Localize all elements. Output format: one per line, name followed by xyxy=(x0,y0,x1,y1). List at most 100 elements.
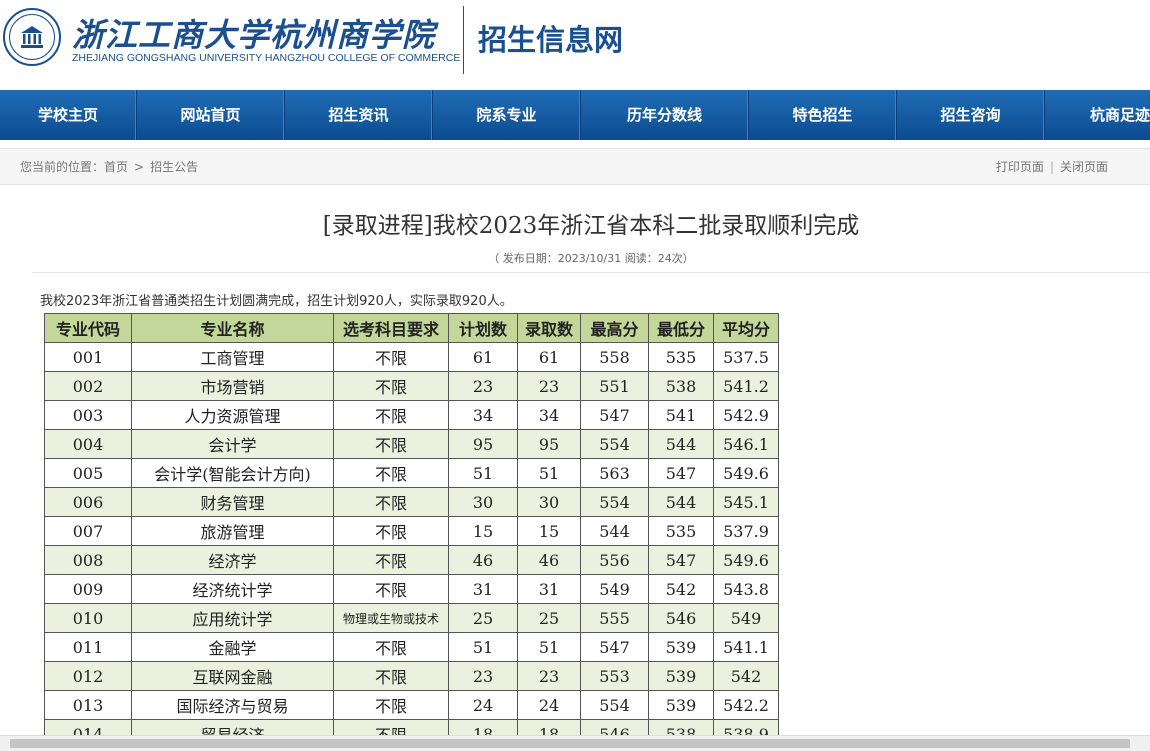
breadcrumb-bar: 您当前的位置：首页 > 招生公告 打印页面 | 关闭页面 xyxy=(0,148,1150,185)
nav-item-consultation[interactable]: 招生咨询 xyxy=(897,90,1045,140)
cell-min: 547 xyxy=(648,458,714,488)
nav-item-site-home[interactable]: 网站首页 xyxy=(137,90,285,140)
cell-admitted: 23 xyxy=(517,371,581,401)
cell-min: 538 xyxy=(648,371,714,401)
cell-major: 工商管理 xyxy=(131,342,334,372)
cell-code: 004 xyxy=(44,429,132,459)
cell-avg: 541.2 xyxy=(713,371,779,401)
table-row: 010 应用统计学 物理或生物或技术 25 25 555 546 549 xyxy=(44,603,779,633)
cell-max: 547 xyxy=(580,632,649,662)
cell-min: 544 xyxy=(648,429,714,459)
article-meta: （ 发布日期：2023/10/31 阅读：24次） xyxy=(488,252,694,265)
cell-major: 会计学 xyxy=(131,429,334,459)
cell-major: 应用统计学 xyxy=(131,603,334,633)
header-divider xyxy=(463,6,464,74)
site-title[interactable]: 招生信息网 xyxy=(478,17,623,59)
article-title: [录取进程]我校2023年浙江省本科二批录取顺利完成 xyxy=(322,213,860,239)
page-actions: 打印页面 | 关闭页面 xyxy=(996,158,1108,175)
cell-avg: 549.6 xyxy=(713,545,779,575)
cell-avg: 537.5 xyxy=(713,342,779,372)
cell-plan: 51 xyxy=(448,458,518,488)
scrollbar-thumb[interactable] xyxy=(10,739,1130,748)
nav-item-score-history[interactable]: 历年分数线 xyxy=(581,90,749,140)
cell-min: 535 xyxy=(648,342,714,372)
table-row: 001 工商管理 不限 61 61 558 535 537.5 xyxy=(44,342,779,372)
nav-item-admission-news[interactable]: 招生资讯 xyxy=(285,90,433,140)
cell-min: 542 xyxy=(648,574,714,604)
cell-max: 553 xyxy=(580,661,649,691)
building-icon xyxy=(21,26,43,48)
action-divider: | xyxy=(1049,160,1054,174)
nav-item-footprints[interactable]: 杭商足迹 xyxy=(1045,90,1150,140)
cell-max: 558 xyxy=(580,342,649,372)
horizontal-scrollbar[interactable] xyxy=(0,735,1150,751)
col-header-admitted-count: 录取数 xyxy=(517,313,581,343)
col-header-major-name: 专业名称 xyxy=(131,313,334,343)
cell-requirement: 不限 xyxy=(333,690,449,720)
cell-requirement: 不限 xyxy=(333,342,449,372)
cell-avg: 537.9 xyxy=(713,516,779,546)
breadcrumb-home-link[interactable]: 首页 xyxy=(104,160,128,174)
cell-major: 会计学(智能会计方向) xyxy=(131,458,334,488)
nav-item-special-admission[interactable]: 特色招生 xyxy=(749,90,897,140)
cell-admitted: 51 xyxy=(517,632,581,662)
cell-max: 549 xyxy=(580,574,649,604)
cell-requirement: 不限 xyxy=(333,400,449,430)
cell-min: 539 xyxy=(648,632,714,662)
nav-item-departments[interactable]: 院系专业 xyxy=(433,90,581,140)
col-header-avg-score: 平均分 xyxy=(713,313,779,343)
cell-plan: 24 xyxy=(448,690,518,720)
cell-max: 554 xyxy=(580,690,649,720)
cell-code: 013 xyxy=(44,690,132,720)
table-row: 007 旅游管理 不限 15 15 544 535 537.9 xyxy=(44,516,779,546)
table-row: 004 会计学 不限 95 95 554 544 546.1 xyxy=(44,429,779,459)
cell-code: 001 xyxy=(44,342,132,372)
cell-plan: 23 xyxy=(448,371,518,401)
cell-max: 544 xyxy=(580,516,649,546)
cell-plan: 95 xyxy=(448,429,518,459)
cell-max: 547 xyxy=(580,400,649,430)
cell-max: 551 xyxy=(580,371,649,401)
school-name-en: ZHEJIANG GONGSHANG UNIVERSITY HANGZHOU C… xyxy=(72,52,461,64)
cell-plan: 61 xyxy=(448,342,518,372)
cell-admitted: 24 xyxy=(517,690,581,720)
table-row: 012 互联网金融 不限 23 23 553 539 542 xyxy=(44,661,779,691)
cell-requirement: 不限 xyxy=(333,516,449,546)
cell-requirement: 不限 xyxy=(333,371,449,401)
table-row: 002 市场营销 不限 23 23 551 538 541.2 xyxy=(44,371,779,401)
cell-major: 市场营销 xyxy=(131,371,334,401)
cell-avg: 546.1 xyxy=(713,429,779,459)
cell-code: 011 xyxy=(44,632,132,662)
breadcrumb-current-link[interactable]: 招生公告 xyxy=(150,160,198,174)
table-header-row: 专业代码 专业名称 选考科目要求 计划数 录取数 最高分 最低分 平均分 xyxy=(44,313,779,343)
close-page-link[interactable]: 关闭页面 xyxy=(1060,160,1108,174)
cell-requirement: 不限 xyxy=(333,458,449,488)
cell-min: 539 xyxy=(648,661,714,691)
cell-avg: 549.6 xyxy=(713,458,779,488)
col-header-min-score: 最低分 xyxy=(648,313,714,343)
cell-admitted: 30 xyxy=(517,487,581,517)
cell-min: 546 xyxy=(648,603,714,633)
main-nav: 学校主页 网站首页 招生资讯 院系专业 历年分数线 特色招生 招生咨询 杭商足迹 xyxy=(0,90,1150,140)
cell-plan: 23 xyxy=(448,661,518,691)
school-seal-logo[interactable] xyxy=(3,8,61,66)
cell-requirement: 物理或生物或技术 xyxy=(333,603,449,633)
cell-plan: 46 xyxy=(448,545,518,575)
cell-major: 经济学 xyxy=(131,545,334,575)
cell-admitted: 15 xyxy=(517,516,581,546)
table-row: 009 经济统计学 不限 31 31 549 542 543.8 xyxy=(44,574,779,604)
table-row: 005 会计学(智能会计方向) 不限 51 51 563 547 549.6 xyxy=(44,458,779,488)
cell-requirement: 不限 xyxy=(333,487,449,517)
cell-code: 009 xyxy=(44,574,132,604)
site-header: 浙江工商大学杭州商学院 ZHEJIANG GONGSHANG UNIVERSIT… xyxy=(0,0,1150,90)
cell-plan: 30 xyxy=(448,487,518,517)
cell-min: 535 xyxy=(648,516,714,546)
cell-avg: 549 xyxy=(713,603,779,633)
print-page-link[interactable]: 打印页面 xyxy=(996,160,1044,174)
breadcrumb-prefix: 您当前的位置： xyxy=(20,160,105,174)
school-name-cn: 浙江工商大学杭州商学院 xyxy=(72,16,436,54)
cell-min: 544 xyxy=(648,487,714,517)
nav-item-school-home[interactable]: 学校主页 xyxy=(0,90,137,140)
col-header-plan-count: 计划数 xyxy=(448,313,518,343)
col-header-max-score: 最高分 xyxy=(580,313,649,343)
